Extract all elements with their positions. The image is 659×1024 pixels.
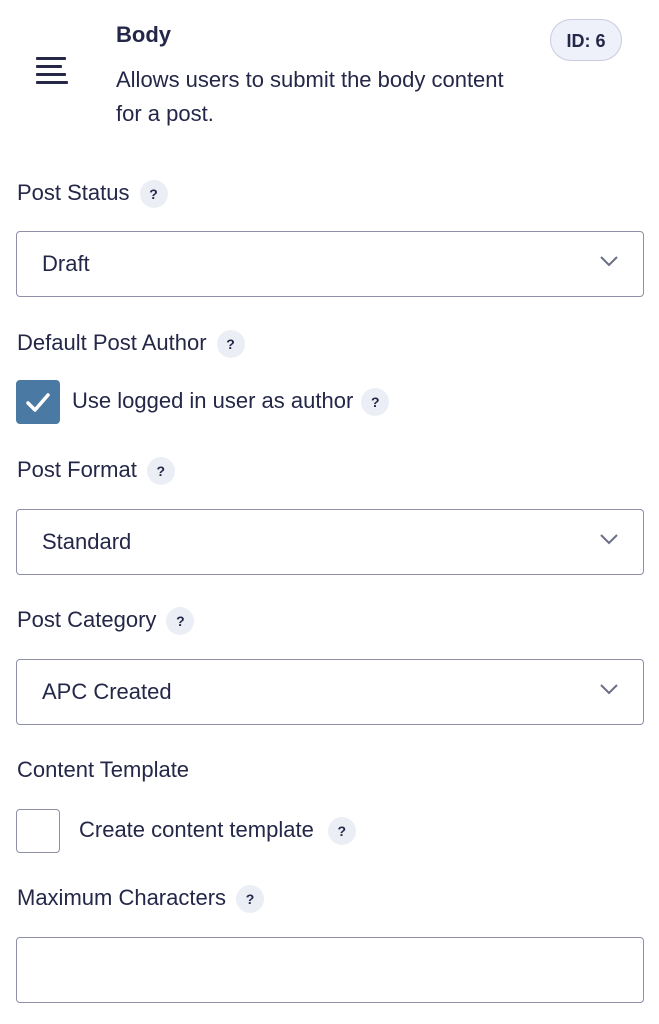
chevron-down-icon	[600, 684, 618, 695]
max-characters-help-icon[interactable]: ?	[236, 885, 265, 914]
post-status-label-text: Post Status	[17, 180, 130, 205]
content-template-label-text: Content Template	[17, 757, 190, 782]
align-justify-icon	[36, 57, 70, 93]
create-content-template-label-text: Create content template	[79, 817, 314, 842]
default-author-label-text: Default Post Author	[17, 330, 207, 355]
post-status-help-icon[interactable]: ?	[139, 180, 168, 209]
post-format-value: Standard	[42, 529, 132, 554]
default-author-help-icon[interactable]: ?	[216, 330, 245, 359]
checkmark-icon	[26, 393, 50, 412]
create-content-template-checkbox[interactable]	[16, 809, 60, 853]
max-characters-label-text: Maximum Characters	[17, 885, 227, 910]
post-category-label-text: Post Category	[17, 607, 157, 632]
post-category-help-icon[interactable]: ?	[166, 607, 195, 636]
field-header: Body Allows users to submit the body con…	[0, 0, 659, 140]
use-logged-in-user-help-icon[interactable]: ?	[361, 388, 390, 417]
default-author-label: Default Post Author?	[17, 330, 245, 359]
post-category-value: APC Created	[42, 679, 172, 704]
post-format-select[interactable]: Standard	[16, 509, 644, 575]
post-format-label-text: Post Format	[17, 457, 137, 482]
post-status-value: Draft	[42, 251, 90, 276]
create-content-template-help-icon[interactable]: ?	[327, 817, 356, 846]
chevron-down-icon	[600, 256, 618, 267]
use-logged-in-user-label-text: Use logged in user as author	[72, 388, 354, 413]
max-characters-input[interactable]	[16, 937, 644, 1003]
field-title: Body	[116, 22, 171, 47]
create-content-template-label[interactable]: Create content template?	[79, 817, 356, 846]
content-template-label: Content Template	[17, 757, 189, 783]
max-characters-label: Maximum Characters?	[17, 885, 265, 914]
use-logged-in-user-checkbox[interactable]	[16, 380, 60, 424]
post-category-select[interactable]: APC Created	[16, 659, 644, 725]
post-format-label: Post Format?	[17, 457, 175, 486]
field-id-badge: ID: 6	[550, 19, 622, 61]
use-logged-in-user-label[interactable]: Use logged in user as author?	[72, 388, 390, 417]
chevron-down-icon	[600, 534, 618, 545]
post-status-select[interactable]: Draft	[16, 231, 644, 297]
field-description: Allows users to submit the body content …	[116, 67, 504, 126]
post-category-label: Post Category?	[17, 607, 195, 636]
post-format-help-icon[interactable]: ?	[146, 457, 175, 486]
post-status-label: Post Status?	[17, 180, 168, 209]
